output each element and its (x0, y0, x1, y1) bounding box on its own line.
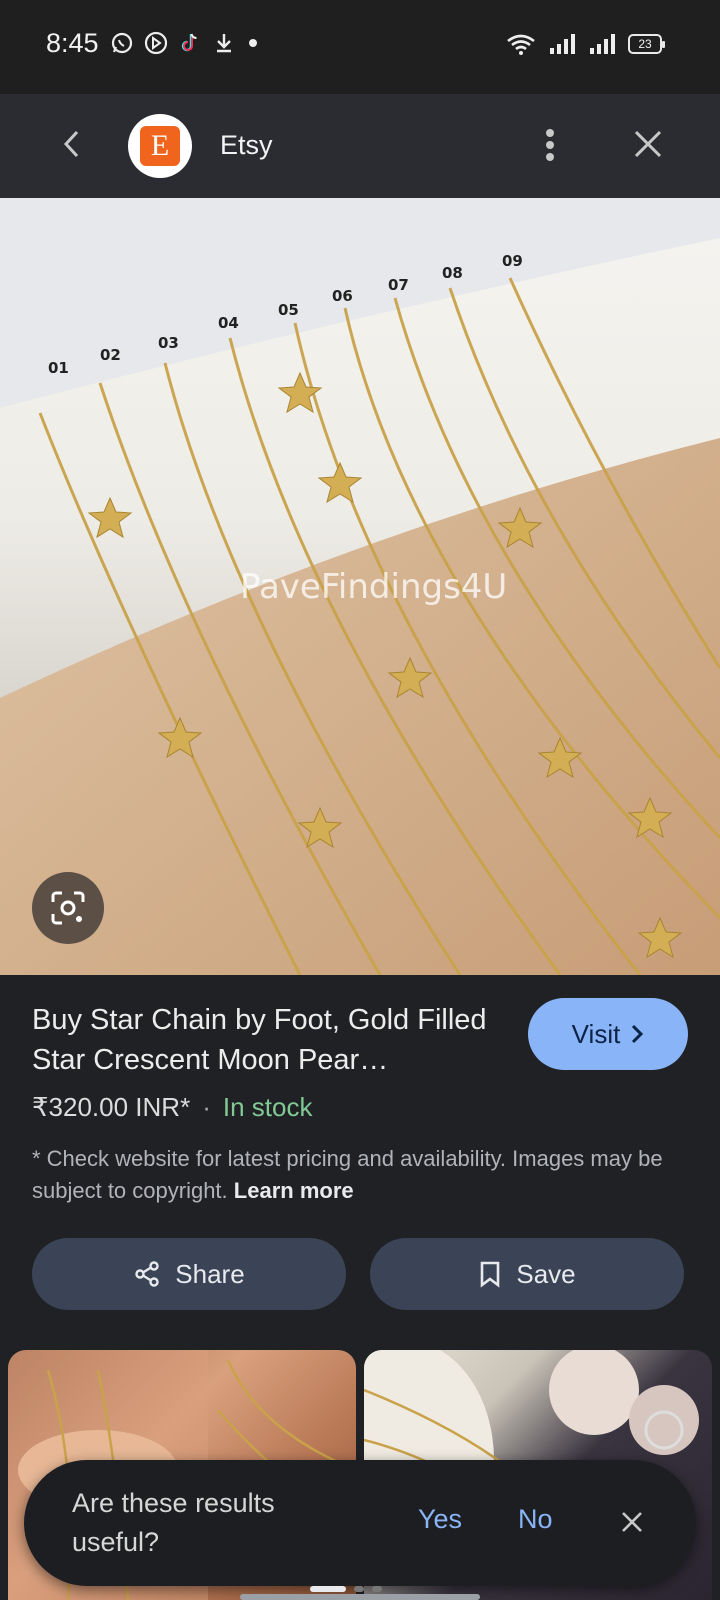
learn-more-link[interactable]: Learn more (234, 1178, 354, 1203)
chain-label: 04 (218, 314, 239, 332)
feedback-question: Are these results useful? (72, 1488, 275, 1557)
etsy-logo-icon: E (140, 126, 180, 166)
stock-status: In stock (222, 1092, 313, 1122)
chain-label: 02 (100, 346, 121, 364)
page-dot (354, 1586, 364, 1592)
feedback-yes-button[interactable]: Yes (418, 1504, 462, 1535)
back-button[interactable] (52, 124, 92, 164)
share-icon (135, 1261, 159, 1287)
product-photo: 01 02 03 04 05 06 07 08 09 PaveFindings4… (0, 198, 720, 975)
price-row: ₹320.00 INR* · In stock (32, 1092, 312, 1123)
site-name[interactable]: Etsy (220, 130, 273, 161)
chain-label: 01 (48, 359, 69, 377)
notification-icons (110, 29, 260, 57)
result-header: E Etsy (0, 94, 720, 198)
lens-icon (51, 891, 85, 925)
page-indicator (310, 1586, 382, 1592)
chain-label: 08 (442, 264, 463, 282)
close-icon (622, 1512, 642, 1532)
tiktok-icon (181, 33, 197, 52)
signal-icon (550, 34, 575, 54)
signal-icon (590, 34, 615, 54)
chain-label: 09 (502, 252, 523, 270)
lens-search-button[interactable] (32, 872, 104, 944)
dot-icon (249, 39, 257, 47)
save-label: Save (516, 1258, 576, 1289)
wifi-icon (507, 34, 535, 55)
feedback-no-button[interactable]: No (518, 1504, 553, 1535)
chain-label: 05 (278, 301, 299, 319)
chain-label: 07 (388, 276, 409, 294)
play-store-icon (144, 31, 168, 55)
more-options-button[interactable] (532, 122, 568, 168)
close-button[interactable] (628, 124, 668, 164)
chevron-left-icon (63, 130, 79, 158)
feedback-prompt: Are these results useful? Yes No (24, 1460, 696, 1586)
close-icon (634, 130, 662, 158)
separator: · (202, 1092, 211, 1122)
bookmark-icon (481, 1261, 500, 1288)
visit-button[interactable]: Visit (528, 998, 688, 1070)
disclaimer: * Check website for latest pricing and a… (32, 1143, 672, 1207)
chain-label: 06 (332, 287, 353, 305)
save-button[interactable]: Save (370, 1238, 684, 1310)
more-vert-icon (546, 129, 554, 161)
product-title[interactable]: Buy Star Chain by Foot, Gold Filled Star… (32, 1000, 500, 1080)
status-time: 8:45 (46, 28, 99, 58)
battery-indicator: 23 (628, 34, 665, 54)
page-dot (372, 1586, 382, 1592)
share-button[interactable]: Share (32, 1238, 346, 1310)
visit-label: Visit (571, 1018, 621, 1049)
price: ₹320.00 INR* (32, 1092, 191, 1122)
download-icon (217, 34, 231, 53)
chevron-right-icon (632, 1024, 644, 1044)
system-icons: 23 (506, 30, 665, 58)
share-label: Share (175, 1258, 245, 1289)
whatsapp-icon (111, 32, 133, 54)
site-logo[interactable]: E (128, 114, 192, 178)
product-image[interactable]: 01 02 03 04 05 06 07 08 09 PaveFindings4… (0, 198, 720, 975)
chain-label: 03 (158, 334, 179, 352)
status-bar: 8:45 23 (0, 0, 720, 94)
page-dot-active (310, 1586, 346, 1592)
image-watermark: PaveFindings4U (240, 567, 507, 607)
gesture-nav-handle[interactable] (240, 1594, 480, 1600)
feedback-close-button[interactable] (612, 1502, 652, 1542)
